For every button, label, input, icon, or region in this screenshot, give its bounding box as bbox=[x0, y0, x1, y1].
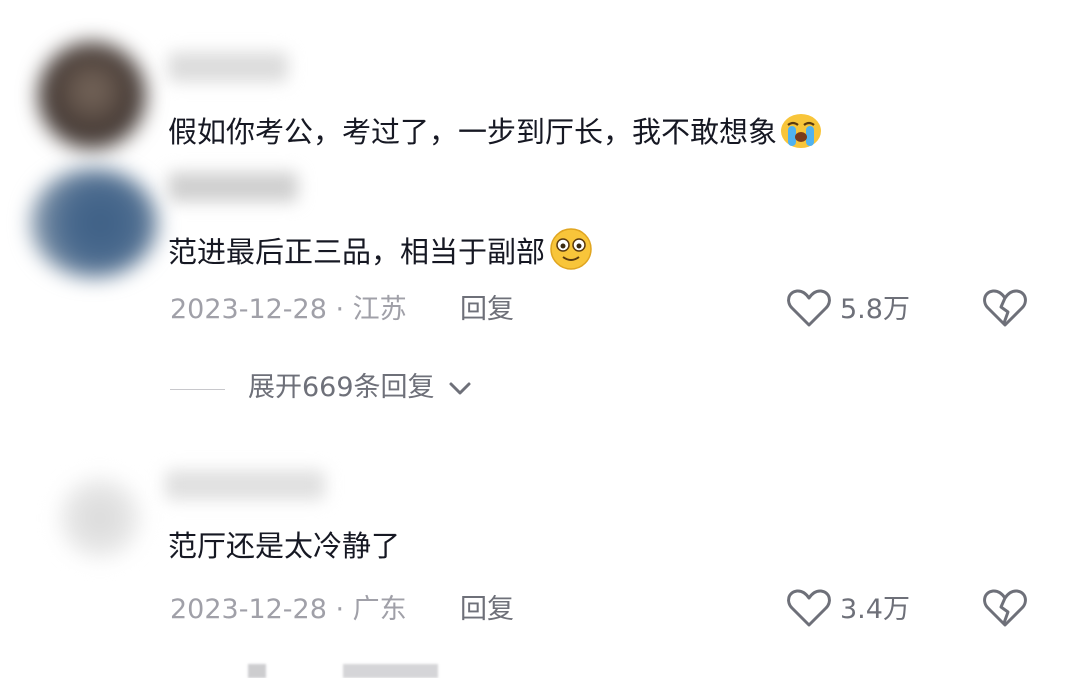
comment-text: 假如你考公，考过了，一步到厅长，我不敢想象 bbox=[168, 110, 823, 152]
avatar[interactable] bbox=[38, 42, 146, 150]
chevron-down-icon bbox=[449, 382, 471, 395]
username-blurred[interactable] bbox=[168, 52, 288, 82]
comment-text: 范厅还是太冷静了 bbox=[168, 529, 401, 563]
broken-heart-icon[interactable] bbox=[982, 587, 1028, 629]
expand-replies-button[interactable]: 展开669条回复 bbox=[248, 370, 473, 406]
heart-outline-icon[interactable] bbox=[786, 287, 832, 329]
comment-text: 范进最后正三品，相当于副部 bbox=[168, 226, 595, 272]
comment-date-location: 2023-12-28 · 江苏 bbox=[170, 294, 407, 325]
broken-heart-icon[interactable] bbox=[982, 287, 1028, 329]
avatar[interactable] bbox=[30, 168, 158, 278]
like-count: 5.8万 bbox=[840, 294, 910, 325]
avatar[interactable] bbox=[60, 478, 140, 558]
reply-button[interactable]: 回复 bbox=[460, 292, 514, 328]
heart-outline-icon[interactable] bbox=[786, 587, 832, 629]
username-blurred[interactable] bbox=[165, 470, 325, 500]
username-blurred[interactable] bbox=[168, 172, 298, 202]
crying-emoji-icon bbox=[781, 114, 822, 148]
comment-date-location: 2023-12-28 · 广东 bbox=[170, 594, 407, 625]
like-count: 3.4万 bbox=[840, 594, 910, 625]
surprised-smile-emoji-icon bbox=[550, 228, 592, 270]
cut-off-expand-text bbox=[248, 664, 438, 678]
reply-button[interactable]: 回复 bbox=[460, 592, 514, 628]
expand-divider bbox=[170, 389, 225, 390]
